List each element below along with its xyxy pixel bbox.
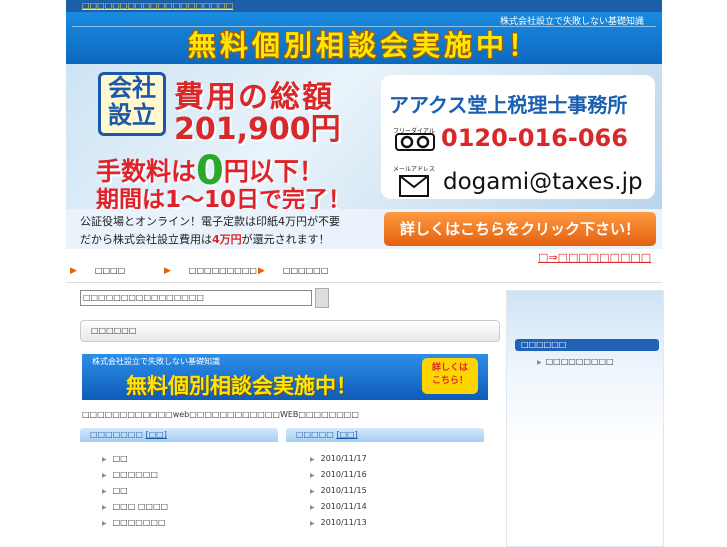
date-item[interactable]: ▶ 2010/11/17 [310,454,367,463]
top-bar: □□□□□□□□□□□□□□□□□□□□ [66,0,662,12]
recent-header: □□□□□ [□□] [286,428,484,442]
mail-icon [399,175,429,197]
promo-line2-emphasis: 4万円 [212,233,242,246]
promo-line1: 公証役場とオンライン！電子定款は印紙4万円が不要 [80,215,340,228]
search-button[interactable] [315,288,329,308]
date-item[interactable]: ▶ 2010/11/13 [310,518,367,527]
date-label: 2010/11/14 [320,502,367,511]
office-name: アアクス堂上税理士事務所 [389,93,628,117]
details-link[interactable]: □⇒□□□□□□□□□ [538,251,651,264]
details-button[interactable]: 詳しくはこちらをクリック下さい！ [384,212,656,246]
bullet-icon: ▶ [102,488,107,495]
sidebar-item[interactable]: ▶ □□□□□□□□□ [537,357,614,366]
header-title: 無料個別相談会実施中！ [187,29,540,62]
bullet-icon: ▶ [102,472,107,479]
promo-line2-pre: だから株式会社設立費用は [80,233,212,246]
promo-line2: だから株式会社設立費用は4万円が還元されます！ [80,231,330,247]
intro-text: □□□□□□□□□□□□web□□□□□□□□□□□□WEB□□□□□□□□ [82,410,359,419]
nav-item-1[interactable]: ▶ □□□□ [70,266,125,276]
promo-line2-post: が還元されます！ [241,233,330,246]
divider [66,282,662,283]
bullet-icon: ▶ [102,456,107,463]
bullet-icon: ▶ [310,520,315,527]
company-badge: 会社 設立 [98,72,166,136]
nav-item-2-label: □□□□□□□□□ [188,266,257,275]
category-header-label: □□□□□□□ [90,430,143,439]
total-amount: 201,900円 [174,112,341,147]
list-item[interactable]: ▶ □□ [102,454,128,463]
divider [72,26,656,27]
category-header: □□□□□□□ [□□] [80,428,278,442]
banner-large-text: 無料個別相談会実施中！ [126,374,357,398]
list-item[interactable]: ▶ □□□□□□□ [102,518,166,527]
arrow-icon: ▶ [70,266,77,276]
arrow-icon: ▶ [164,266,171,276]
nav-bar: ▶ □□□□ ▶ □□□□□□□□□ ▶ □□□□□□ [66,264,662,280]
list-item[interactable]: ▶ □□□ □□□□ [102,502,168,511]
sidebar: □□□□□□ ▶ □□□□□□□□□ [506,290,664,547]
list-item-label: □□□□□□ [112,470,158,479]
date-item[interactable]: ▶ 2010/11/14 [310,502,367,511]
banner-small-text: 株式会社設立で失敗しない基礎知識 [92,357,220,366]
sidebar-item-label: □□□□□□□□□ [545,357,614,366]
bullet-icon: ▶ [102,504,107,511]
recent-header-label: □□□□□ [296,430,334,439]
nav-item-1-label: □□□□ [94,266,126,275]
bullet-icon: ▶ [537,359,542,366]
list-item-label: □□ [112,454,128,463]
banner-badge: 詳しくは こちら！ [422,358,478,394]
recent-header-link[interactable]: [□□] [336,430,357,439]
list-item-label: □□□ □□□□ [112,502,169,511]
freedial-icon [395,133,435,151]
list-item-label: □□□□□□□ [112,518,166,527]
main-ad-banner[interactable]: 会社 設立 費用の総額 201,900円 手数料は0円以下！ 期間は1～10日で… [66,64,662,213]
email-address: dogami@taxes.jp [443,169,643,195]
nav-item-2[interactable]: ▶ □□□□□□□□□ [164,266,257,276]
list-item-label: □□ [112,486,128,495]
consult-banner[interactable]: 株式会社設立で失敗しない基礎知識 無料個別相談会実施中！ 詳しくは こちら！ [82,354,488,400]
list-item[interactable]: ▶ □□ [102,486,128,495]
office-card: アアクス堂上税理士事務所 フリーダイアル 0120-016-066 メールアドレ… [381,75,655,199]
nav-item-3[interactable]: ▶ □□□□□□ [258,266,328,276]
phone-number: 0120-016-066 [441,124,628,152]
top-link[interactable]: □□□□□□□□□□□□□□□□□□□□ [82,0,233,12]
bullet-icon: ▶ [310,472,315,479]
list-item[interactable]: ▶ □□□□□□ [102,470,158,479]
arrow-icon: ▶ [258,266,265,276]
date-label: 2010/11/13 [320,518,367,527]
search-input[interactable]: □□□□□□□□□□□□□□□□ [80,290,312,306]
bullet-icon: ▶ [310,456,315,463]
badge-line2: 設立 [108,101,156,129]
bullet-icon: ▶ [102,520,107,527]
date-item[interactable]: ▶ 2010/11/16 [310,470,367,479]
section-bar: □□□□□□ [80,320,500,342]
bullet-icon: ▶ [310,504,315,511]
date-item[interactable]: ▶ 2010/11/15 [310,486,367,495]
date-label: 2010/11/17 [320,454,367,463]
badge-line1: 会社 [108,74,156,102]
category-header-link[interactable]: [□□] [145,430,166,439]
date-label: 2010/11/16 [320,470,367,479]
mail-label: メールアドレス [393,166,436,173]
page: □□□□□□□□□□□□□□□□□□□□ 株式会社設立で失敗しない基礎知識 無料… [66,0,664,547]
bullet-icon: ▶ [310,488,315,495]
header-banner[interactable]: 株式会社設立で失敗しない基礎知識 無料個別相談会実施中！ [66,12,662,64]
date-label: 2010/11/15 [320,486,367,495]
nav-item-3-label: □□□□□□ [282,266,329,275]
sidebar-header: □□□□□□ [515,339,659,351]
